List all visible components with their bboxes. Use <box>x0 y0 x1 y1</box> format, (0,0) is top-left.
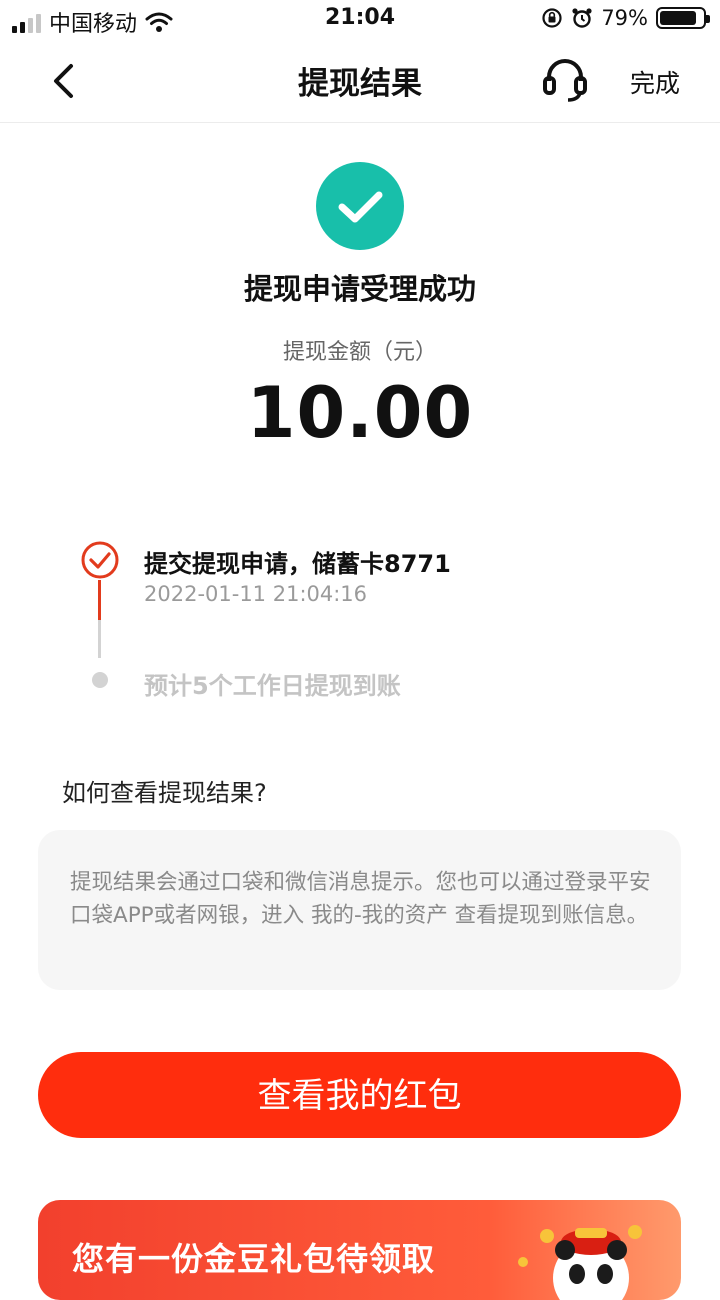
banner-text: 您有一份金豆礼包待领取 <box>72 1240 436 1278</box>
timeline-dot-icon <box>92 672 108 688</box>
gold-bean-banner[interactable]: 您有一份金豆礼包待领取 <box>38 1200 681 1300</box>
timeline-check-icon <box>81 541 119 579</box>
battery-icon <box>656 7 710 29</box>
amount-value: 10.00 <box>246 372 474 454</box>
status-bar: 中国移动 21:04 79% <box>0 0 720 40</box>
panda-mascot-icon <box>518 1225 642 1300</box>
help-question: 如何查看提现结果? <box>62 779 267 807</box>
amount-label: 提现金额（元） <box>282 340 437 365</box>
status-right: 79% <box>541 6 710 30</box>
nav-bar: 提现结果 完成 <box>0 40 720 123</box>
help-answer: 提现结果会通过口袋和微信消息提示。您也可以通过登录平安口袋APP或者网银，进入 … <box>70 870 651 928</box>
done-button[interactable]: 完成 <box>630 64 680 100</box>
view-red-envelope-button[interactable]: 查看我的红包 <box>38 1052 681 1138</box>
rotation-lock-icon <box>542 8 562 28</box>
timeline-step-title: 提交提现申请，储蓄卡8771 <box>144 550 451 578</box>
timeline-step-title-pending: 预计5个工作日提现到账 <box>144 672 401 700</box>
success-title: 提现申请受理成功 <box>243 272 476 306</box>
timeline-line-done <box>98 580 101 620</box>
help-info-box: 提现结果会通过口袋和微信消息提示。您也可以通过登录平安口袋APP或者网银，进入 … <box>38 830 681 990</box>
timeline-step-time: 2022-01-11 21:04:16 <box>144 582 368 606</box>
battery-percent: 79% <box>601 6 648 30</box>
headset-icon[interactable] <box>540 56 590 104</box>
page-title: 提现结果 <box>298 66 422 102</box>
timeline-line-pending <box>98 620 101 658</box>
success-check-icon <box>316 162 404 250</box>
alarm-icon <box>572 8 592 28</box>
